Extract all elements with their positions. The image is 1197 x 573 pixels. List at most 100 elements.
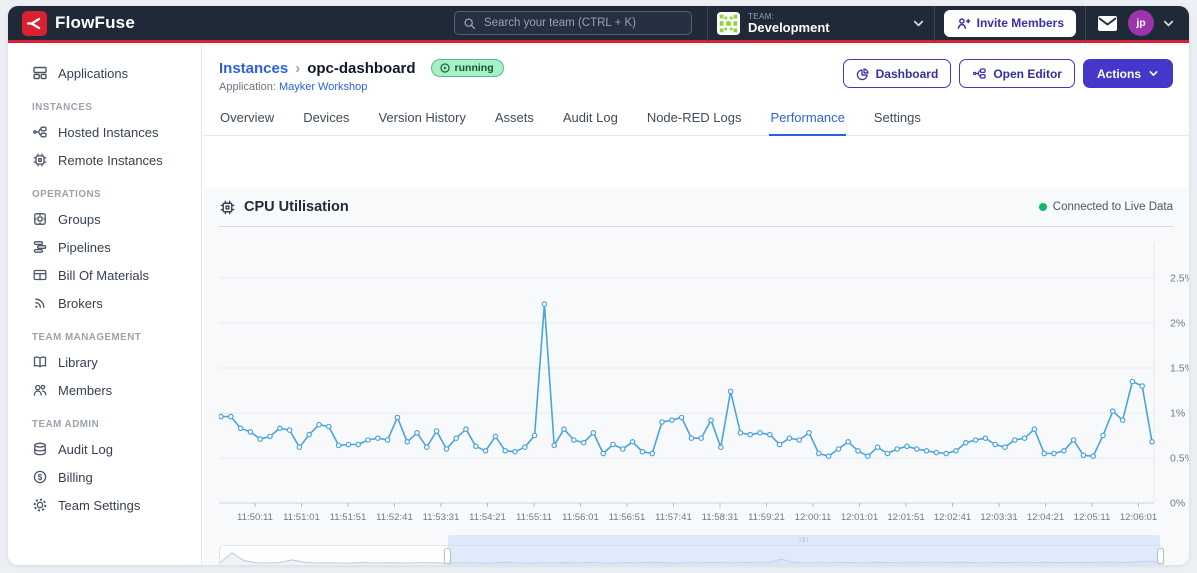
chevron-down-icon [1148, 68, 1159, 79]
live-data-status: Connected to Live Data [1038, 201, 1173, 213]
tab-audit-log[interactable]: Audit Log [562, 106, 619, 136]
sidebar-item-label: Pipelines [58, 239, 111, 255]
svg-text:2%: 2% [1170, 318, 1185, 330]
svg-text:11:51:51: 11:51:51 [330, 512, 367, 523]
status-badge-label: running [454, 62, 494, 74]
groups-icon [32, 211, 48, 227]
user-avatar[interactable]: jp [1128, 10, 1154, 36]
app-window: FlowFuse TEAM: Development [8, 6, 1189, 565]
sidebar-section-team-management: TEAM MANAGEMENT [32, 332, 142, 343]
sidebar-item-bill-of-materials[interactable]: Bill Of Materials [8, 261, 201, 289]
sidebar-item-applications[interactable]: Applications [8, 59, 201, 87]
svg-text:12:04:21: 12:04:21 [1027, 512, 1064, 523]
svg-text:11:58:31: 11:58:31 [702, 512, 739, 523]
chevron-down-icon[interactable] [1162, 17, 1175, 30]
brush[interactable] [219, 535, 1165, 565]
audit-log-icon [32, 441, 48, 457]
svg-text:1.5%: 1.5% [1170, 363, 1189, 375]
sidebar-item-team-settings[interactable]: Team Settings [8, 491, 201, 519]
svg-text:11:56:51: 11:56:51 [609, 512, 646, 523]
top-nav: FlowFuse TEAM: Development [8, 6, 1189, 43]
tab-node-red-logs[interactable]: Node-RED Logs [646, 106, 743, 136]
brush-handle-left[interactable] [443, 548, 451, 564]
tab-performance[interactable]: Performance [769, 106, 846, 136]
svg-text:11:56:01: 11:56:01 [562, 512, 599, 523]
gear-icon [32, 497, 48, 513]
actions-button[interactable]: Actions [1082, 59, 1173, 88]
breadcrumb-current: opc-dashboard [307, 59, 416, 77]
application-link[interactable]: Mayker Workshop [279, 81, 367, 93]
dashboard-button-label: Dashboard [875, 66, 939, 81]
sidebar-item-label: Billing [58, 469, 93, 485]
invite-members-label: Invite Members [976, 16, 1064, 30]
tab-overview[interactable]: Overview [219, 106, 275, 136]
sidebar-section-operations: OPERATIONS [32, 189, 102, 200]
svg-text:2.5%: 2.5% [1170, 273, 1189, 285]
breadcrumb-separator: › [295, 59, 301, 77]
open-editor-button-label: Open Editor [993, 66, 1062, 81]
svg-text:0%: 0% [1170, 498, 1185, 510]
node-editor-icon [972, 66, 987, 81]
sidebar-item-audit-log[interactable]: Audit Log [8, 435, 201, 463]
sidebar-item-remote-instances[interactable]: Remote Instances [8, 146, 201, 174]
svg-text:11:50:11: 11:50:11 [237, 512, 273, 523]
brush-grip[interactable] [799, 537, 809, 542]
team-selector[interactable]: TEAM: Development [716, 11, 925, 35]
brush-handle-right[interactable] [1157, 548, 1165, 564]
performance-panel: CPU Utilisation Connected to Live Data 0… [203, 188, 1189, 565]
svg-text:12:03:31: 12:03:31 [980, 512, 1017, 523]
search-icon [463, 17, 476, 30]
library-icon [32, 354, 48, 370]
sidebar-section-instances: INSTANCES [32, 102, 93, 113]
sidebar-item-label: Team Settings [58, 497, 141, 513]
invite-members-button[interactable]: Invite Members [943, 9, 1076, 37]
brokers-icon [32, 295, 48, 311]
sidebar-item-label: Brokers [58, 295, 103, 311]
svg-text:12:01:01: 12:01:01 [841, 512, 878, 523]
svg-text:11:51:01: 11:51:01 [283, 512, 320, 523]
team-name: Development [747, 20, 830, 35]
sidebar-item-members[interactable]: Members [8, 376, 201, 404]
divider [706, 6, 708, 42]
sidebar-item-library[interactable]: Library [8, 348, 201, 376]
team-search[interactable] [453, 11, 692, 35]
svg-text:12:01:51: 12:01:51 [887, 512, 924, 523]
open-editor-button[interactable]: Open Editor [959, 59, 1075, 88]
tab-assets[interactable]: Assets [494, 106, 535, 136]
svg-text:1%: 1% [1170, 408, 1185, 420]
sidebar-item-groups[interactable]: Groups [8, 205, 201, 233]
dashboard-button[interactable]: Dashboard [842, 59, 952, 88]
chevron-down-icon[interactable] [912, 17, 925, 30]
sidebar-item-label: Remote Instances [58, 152, 163, 168]
brush-selection[interactable] [443, 535, 1165, 565]
cpu-utilisation-chart: 0% 0.5% 1% 1.5% 2% 2.5% 11:50:11 11:51:01 11:51:… [219, 233, 1189, 525]
svg-text:$: $ [38, 473, 43, 482]
svg-text:11:52:41: 11:52:41 [376, 512, 413, 523]
brand[interactable]: FlowFuse [22, 10, 135, 36]
svg-text:11:57:41: 11:57:41 [655, 512, 692, 523]
sidebar-item-label: Hosted Instances [58, 124, 159, 140]
status-badge: running [430, 59, 504, 77]
brand-name: FlowFuse [55, 13, 135, 32]
remote-instances-icon [32, 152, 48, 168]
tab-settings[interactable]: Settings [873, 106, 922, 136]
user-plus-icon [956, 16, 971, 31]
tab-devices[interactable]: Devices [302, 106, 350, 136]
mail-icon[interactable] [1097, 15, 1118, 32]
sidebar-item-hosted-instances[interactable]: Hosted Instances [8, 118, 201, 146]
breadcrumb-instances-link[interactable]: Instances [219, 60, 288, 77]
svg-text:12:00:11: 12:00:11 [795, 512, 832, 523]
sidebar-item-billing[interactable]: $ Billing [8, 463, 201, 491]
sidebar-item-brokers[interactable]: Brokers [8, 289, 201, 317]
hosted-instances-icon [32, 124, 48, 140]
sidebar-item-label: Audit Log [58, 441, 113, 457]
search-input[interactable] [481, 16, 683, 30]
sidebar-section-team-admin: TEAM ADMIN [32, 419, 100, 430]
sidebar-item-label: Members [58, 382, 113, 398]
cpu-chip-icon [219, 199, 236, 216]
tab-version-history[interactable]: Version History [377, 106, 466, 136]
billing-icon: $ [32, 469, 48, 485]
panel-title: CPU Utilisation [244, 199, 349, 215]
sidebar-item-pipelines[interactable]: Pipelines [8, 233, 201, 261]
bill-of-materials-icon [32, 267, 48, 283]
